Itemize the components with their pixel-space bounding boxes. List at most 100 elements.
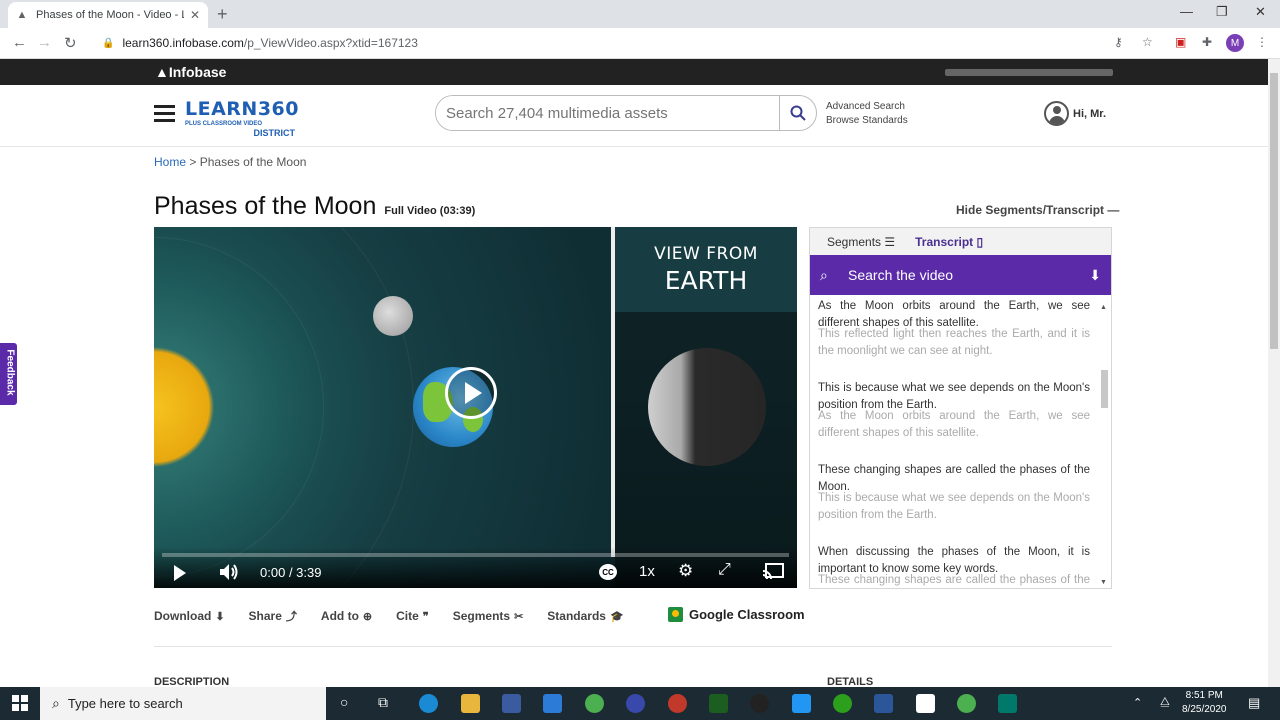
browser-tab[interactable]: ▲ Phases of the Moon - Video - Le ✕ (8, 2, 208, 28)
taskbar-search-placeholder: Type here to search (67, 696, 183, 711)
reload-icon[interactable]: ↻ (64, 34, 77, 52)
standards-button[interactable]: Standards 🎓 (547, 607, 623, 625)
moon-phase-image (648, 348, 766, 466)
bookmark-star-icon[interactable]: ☆ (1142, 35, 1153, 49)
page-title-row: Phases of the Moon Full Video (03:39) (154, 192, 475, 221)
notifications-icon[interactable]: ▤ (1248, 695, 1260, 711)
page-scrollbar[interactable] (1268, 59, 1280, 687)
app-blue-icon[interactable] (792, 694, 811, 713)
taskbar-clock[interactable]: 8:51 PM 8/25/2020 (1182, 689, 1227, 717)
download-icon: ⬇ (215, 610, 225, 623)
search-icon: ⌕ (52, 695, 60, 711)
transcript-search[interactable]: ⌕ Search the video ⬇ (810, 255, 1111, 295)
profile-avatar[interactable]: M (1226, 34, 1244, 52)
feedback-tab[interactable]: Feedback (0, 343, 17, 405)
settings-gear-icon[interactable]: ⚙ (678, 561, 693, 581)
list-icon: ☰ (884, 234, 896, 249)
breadcrumb-home[interactable]: Home (154, 155, 186, 169)
transcript-ghost-text: This reflected light then reaches the Ea… (818, 328, 1090, 357)
mail-icon[interactable] (543, 694, 562, 713)
tab-transcript[interactable]: Transcript ▯ (915, 235, 983, 249)
task-view-icon[interactable]: ⧉ (378, 694, 388, 711)
forward-icon[interactable]: → (37, 34, 52, 51)
transcript-ghost-text: These changing shapes are called the pha… (818, 574, 1090, 586)
share-button[interactable]: Share ⤴ (249, 607, 297, 625)
section-divider (154, 646, 1112, 647)
transcript-line[interactable]: These changing shapes are called the pha… (818, 462, 1090, 524)
video-actions: Download ⬇ Share ⤴ Add to ⊕ Cite ❞ Segments ✂… (154, 607, 648, 625)
taskbar-search[interactable]: ⌕ Type here to search (40, 687, 326, 720)
new-tab-icon[interactable]: + (217, 4, 228, 25)
word-icon[interactable] (874, 694, 893, 713)
download-transcript-icon[interactable]: ⬇ (1089, 267, 1101, 284)
tray-chevron-icon[interactable]: ⌃ (1133, 696, 1142, 709)
store-icon[interactable] (502, 694, 521, 713)
app-m-icon[interactable] (626, 694, 645, 713)
windows-start-icon[interactable] (12, 695, 28, 711)
transcript-scrollbar[interactable]: ▲ ▼ (1100, 304, 1108, 586)
infobase-logo[interactable]: ▲Infobase (155, 64, 226, 80)
advanced-search-link[interactable]: Advanced Search (826, 100, 908, 114)
user-menu[interactable]: Hi, Mr. (1044, 101, 1106, 126)
video-player[interactable]: VIEW FROM EARTH 0:00 / 3:39 CC 1x ⚙ ⤢ (154, 227, 797, 588)
restore-icon[interactable]: ❐ (1216, 4, 1228, 20)
cc-icon[interactable]: CC (599, 564, 617, 580)
speed-button[interactable]: 1x (639, 563, 655, 580)
extension-icon[interactable]: ▣ (1175, 35, 1186, 49)
close-window-icon[interactable]: ✕ (1255, 4, 1266, 20)
chrome-icon[interactable] (585, 694, 604, 713)
progress-bar[interactable] (162, 553, 789, 557)
site-header: LEARN360 PLUS CLASSROOM VIDEO DISTRICT A… (0, 85, 1268, 147)
tab-segments[interactable]: Segments ☰ (827, 235, 895, 249)
file-explorer-icon[interactable] (461, 694, 480, 713)
minimize-icon[interactable]: — (1180, 4, 1193, 19)
earth-label: EARTH (664, 266, 748, 295)
cast-icon[interactable] (762, 563, 784, 580)
app-v-icon[interactable] (998, 694, 1017, 713)
edge-icon[interactable] (419, 694, 438, 713)
cortana-icon[interactable]: ○ (340, 694, 348, 710)
learn360-logo[interactable]: LEARN360 PLUS CLASSROOM VIDEO DISTRICT (185, 98, 298, 144)
download-button[interactable]: Download ⬇ (154, 607, 225, 625)
share-icon: ⤴ (285, 611, 297, 623)
transcript-line[interactable]: This is because what we see depends on t… (818, 380, 1090, 442)
user-icon (1044, 101, 1069, 126)
fullscreen-icon[interactable]: ⤢ (718, 561, 731, 579)
video-controls: 0:00 / 3:39 CC 1x ⚙ ⤢ (154, 547, 797, 588)
graduation-cap-icon: 🎓 (609, 610, 624, 623)
play-icon[interactable] (174, 565, 186, 581)
breadcrumb-separator: > (189, 155, 197, 169)
cite-button[interactable]: Cite ❞ (396, 607, 429, 625)
transcript-line[interactable]: As the Moon orbits around the Earth, we … (818, 298, 1090, 360)
segments-button[interactable]: Segments ✂ (453, 607, 524, 625)
add-to-button[interactable]: Add to ⊕ (321, 607, 372, 625)
view-from-label: VIEW FROM (654, 244, 758, 264)
close-tab-icon[interactable]: ✕ (190, 8, 200, 22)
back-icon[interactable]: ← (12, 34, 27, 51)
network-icon[interactable]: ⧋ (1160, 696, 1170, 709)
app-hd-icon[interactable] (709, 694, 728, 713)
transcript-ghost-text: As the Moon orbits around the Earth, we … (818, 410, 1090, 439)
search-input[interactable] (436, 96, 779, 130)
transcript-line[interactable]: When discussing the phases of the Moon, … (818, 544, 1090, 586)
chrome-profile-icon[interactable] (957, 694, 976, 713)
app-white-icon[interactable] (916, 694, 935, 713)
transcript-ghost-text: This is because what we see depends on t… (818, 492, 1090, 521)
quickbooks-icon[interactable] (833, 694, 852, 713)
app-ball-icon[interactable] (668, 694, 687, 713)
search-button[interactable] (779, 96, 816, 130)
key-icon[interactable]: ⚷ (1114, 35, 1123, 49)
transcript-search-label: Search the video (848, 267, 954, 283)
play-overlay-button[interactable] (445, 367, 497, 419)
browse-standards-link[interactable]: Browse Standards (826, 114, 908, 128)
hide-segments-toggle[interactable]: Hide Segments/Transcript — (956, 203, 1119, 217)
puzzle-icon[interactable]: ✚ (1202, 35, 1212, 49)
hamburger-menu-icon[interactable] (154, 105, 175, 126)
menu-kebab-icon[interactable]: ⋮ (1256, 35, 1268, 49)
google-classroom-button[interactable]: Google Classroom (668, 607, 805, 622)
space-scene (154, 227, 611, 588)
transcript-panel: Segments ☰ Transcript ▯ ⌕ Search the vid… (809, 227, 1112, 589)
volume-icon[interactable] (219, 563, 239, 581)
app-record-icon[interactable] (750, 694, 769, 713)
url-field[interactable]: 🔒 learn360.infobase.com/p_ViewVideo.aspx… (90, 31, 1190, 55)
